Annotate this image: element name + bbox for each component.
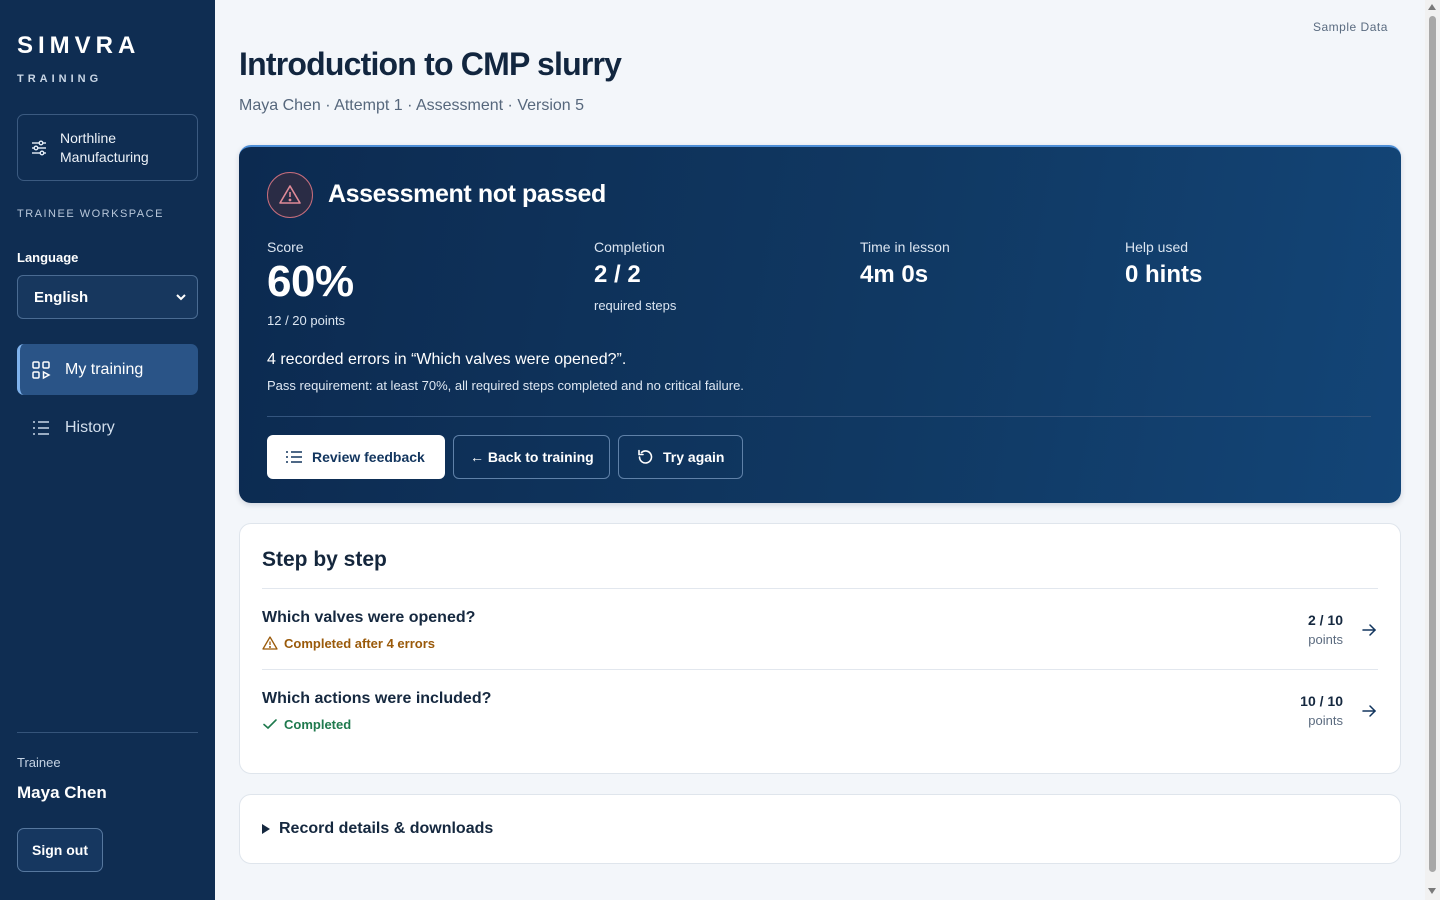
- scrollbar[interactable]: [1425, 0, 1440, 900]
- brand-logo: SIMVRA: [17, 32, 141, 59]
- grid-play-icon: [32, 360, 51, 379]
- sidebar-item-history[interactable]: History: [17, 402, 198, 453]
- language-select-value: English: [34, 288, 89, 306]
- alert-badge: [267, 172, 313, 218]
- step-points: 10 / 10: [1300, 693, 1343, 709]
- time-value: 4m 0s: [860, 261, 929, 288]
- page-title: Introduction to CMP slurry: [239, 46, 622, 82]
- sign-out-button[interactable]: Sign out: [17, 828, 103, 872]
- step-points-unit: points: [1308, 632, 1343, 647]
- arrow-right-icon[interactable]: [1360, 702, 1378, 720]
- divider: [262, 588, 1378, 589]
- scrollbar-thumb[interactable]: [1429, 16, 1436, 872]
- step-name: Which valves were opened?: [262, 609, 476, 626]
- organization-name: Northline Manufacturing: [60, 129, 149, 165]
- record-details-label: Record details & downloads: [279, 820, 494, 837]
- warning-triangle-icon: [262, 636, 278, 650]
- card-divider: [267, 416, 1371, 417]
- scroll-up-icon[interactable]: [1428, 4, 1436, 10]
- score-points: 12 / 20 points: [267, 313, 346, 328]
- step-points: 2 / 10: [1307, 612, 1343, 628]
- check-icon: [263, 719, 277, 730]
- brand-subtitle: TRAINING: [17, 73, 103, 85]
- chevron-down-icon: [176, 294, 186, 301]
- sidebar-item-my-training[interactable]: My training: [17, 344, 198, 395]
- review-feedback-button[interactable]: Review feedback: [267, 435, 445, 479]
- step-status-label: Completed: [284, 716, 352, 732]
- pass-requirement: Pass requirement: at least 70%, all requ…: [267, 378, 744, 393]
- step-status-warning: Completed after 4 errors: [262, 635, 435, 651]
- workspace-label: TRAINEE WORKSPACE: [17, 208, 164, 220]
- completion-label: Completion: [594, 239, 665, 255]
- retry-icon: [638, 449, 653, 464]
- trainee-label: Trainee: [17, 755, 61, 770]
- list-icon: [33, 420, 49, 435]
- step-name: Which actions were included?: [262, 690, 492, 707]
- disclosure-triangle-icon: [262, 824, 270, 834]
- errors-summary: 4 recorded errors in “Which valves were …: [267, 351, 627, 368]
- time-label: Time in lesson: [860, 239, 950, 255]
- step-status-label: Completed after 4 errors: [284, 635, 435, 651]
- sidebar-divider: [17, 732, 198, 733]
- scroll-down-icon[interactable]: [1428, 888, 1436, 894]
- result-title: Assessment not passed: [328, 180, 606, 208]
- completion-value: 2 / 2: [594, 261, 641, 288]
- page-subtitle: Maya Chen · Attempt 1 · Assessment · Ver…: [239, 97, 585, 114]
- sliders-icon: [32, 140, 46, 155]
- arrow-right-icon[interactable]: [1360, 621, 1378, 639]
- sample-data-badge: Sample Data: [1313, 20, 1388, 34]
- review-feedback-label: Review feedback: [312, 449, 425, 465]
- back-to-training-button[interactable]: ← Back to training: [453, 435, 610, 479]
- list-icon: [286, 451, 302, 463]
- warning-triangle-icon: [279, 185, 301, 204]
- sidebar: SIMVRA TRAINING Northline Manufacturing …: [0, 0, 215, 900]
- step-status-success: Completed: [262, 716, 351, 732]
- score-value: 60%: [267, 257, 354, 306]
- sidebar-item-label: My training: [65, 360, 144, 378]
- record-details-disclosure[interactable]: Record details & downloads: [239, 794, 1401, 864]
- try-again-button[interactable]: Try again: [618, 435, 743, 479]
- language-label: Language: [17, 250, 79, 265]
- back-to-training-label: ← Back to training: [470, 449, 594, 465]
- score-label: Score: [267, 239, 304, 255]
- help-value: 0 hints: [1125, 261, 1203, 288]
- trainee-name: Maya Chen: [17, 783, 107, 802]
- organization-switcher[interactable]: Northline Manufacturing: [17, 114, 198, 181]
- sidebar-item-label: History: [65, 418, 115, 436]
- steps-title: Step by step: [262, 548, 387, 571]
- completion-sub: required steps: [594, 298, 677, 313]
- step-points-unit: points: [1308, 713, 1343, 728]
- step-by-step-card: Step by step Which valves were opened? C…: [239, 523, 1401, 774]
- language-select[interactable]: English: [17, 275, 198, 319]
- result-card: Assessment not passed Score 60% 12 / 20 …: [239, 145, 1401, 503]
- divider: [262, 669, 1378, 670]
- try-again-label: Try again: [663, 449, 725, 465]
- help-label: Help used: [1125, 239, 1189, 255]
